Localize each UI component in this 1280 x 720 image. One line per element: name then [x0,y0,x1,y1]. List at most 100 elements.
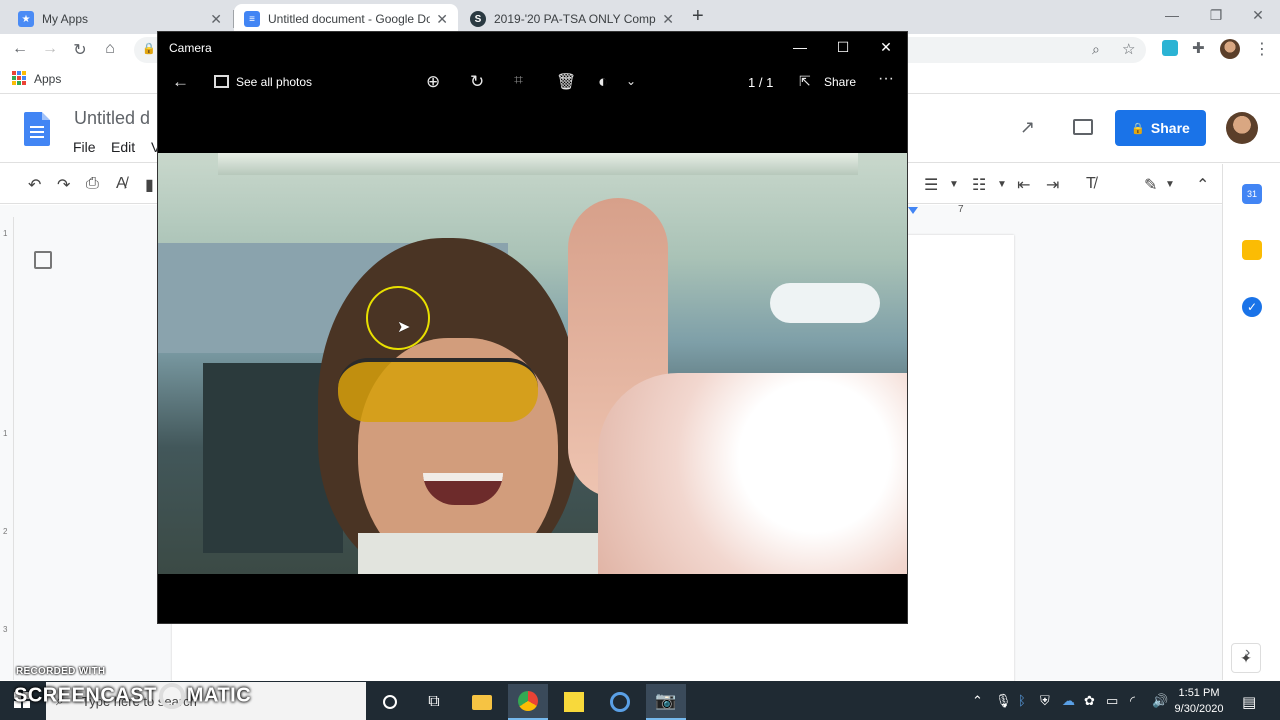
tab-close-icon[interactable]: ✕ [210,11,222,28]
forward-icon[interactable]: → [40,40,60,58]
captured-photo: ➤ [158,153,907,574]
camera-minimize-icon[interactable]: — [778,32,822,62]
redo-icon[interactable]: ↷ [57,175,70,195]
tab-my-apps[interactable]: ★ My Apps ✕ [8,4,232,34]
activity-trend-icon[interactable]: ↗ [1020,117,1035,138]
tab-title: My Apps [42,12,89,26]
print-icon[interactable]: ⎙ [86,175,99,193]
back-arrow-icon[interactable]: ← [172,72,189,92]
account-avatar[interactable] [1226,112,1258,144]
tab-pa-tsa[interactable]: S 2019-'20 PA-TSA ONLY Competi ✕ [460,4,684,34]
more-options-icon[interactable]: ··· [878,70,894,88]
share-button[interactable]: 🔒 Share [1115,110,1206,146]
extension-cloud-icon[interactable] [1162,40,1178,56]
tab-close-icon[interactable]: ✕ [436,11,448,28]
tray-app-icon[interactable]: ✿ [1084,693,1095,709]
indent-marker-icon[interactable] [908,207,918,214]
bulleted-list-icon[interactable]: ☷ [972,175,986,195]
browser-tabstrip: ★ My Apps ✕ ≡ Untitled document - Google… [0,0,1280,34]
profile-avatar[interactable] [1220,39,1240,59]
tsa-favicon-icon: S [470,11,486,27]
share-icon[interactable]: ⇱ [799,73,811,90]
defender-icon[interactable]: ⛨ [1040,693,1050,709]
camera-app-icon[interactable]: 📷 [646,684,686,720]
tab-google-doc[interactable]: ≡ Untitled document - Google Doc ✕ [234,4,458,34]
bluetooth-icon[interactable]: ᛒ [1018,693,1026,708]
maximize-icon[interactable]: ❐ [1194,0,1238,30]
close-icon[interactable]: ✕ [1236,0,1280,30]
camera-maximize-icon[interactable]: ☐ [821,32,865,62]
delete-icon[interactable]: 🗑 [556,72,576,92]
collapse-menu-icon[interactable]: ⌃ [1196,175,1209,195]
hand-glare [598,373,907,574]
keep-icon[interactable] [1242,240,1262,260]
file-explorer-icon[interactable] [462,684,502,720]
document-outline-icon[interactable] [34,251,52,269]
home-icon[interactable]: ⌂ [100,40,120,58]
calendar-icon[interactable]: 31 [1242,184,1262,204]
decrease-indent-icon[interactable]: ⇤ [1017,175,1030,195]
reload-icon[interactable]: ↻ [70,40,90,60]
sticky-notes-icon[interactable] [554,684,594,720]
shirt [358,533,618,574]
bookmark-star-icon[interactable]: ☆ [1122,40,1135,58]
chevron-down-icon[interactable]: ▼ [997,179,1007,190]
screencast-logo-icon [158,683,185,709]
tab-close-icon[interactable]: ✕ [662,11,674,28]
paint-format-icon[interactable]: ▮ [145,175,154,195]
camera-share-label[interactable]: Share [824,75,856,89]
camera-close-icon[interactable]: ✕ [864,32,908,62]
screencast-app-icon[interactable] [600,684,640,720]
apps-bookmark[interactable]: Apps [34,72,61,86]
my-apps-favicon-icon: ★ [18,11,34,27]
menu-edit[interactable]: Edit [111,139,135,155]
back-icon[interactable]: ← [10,40,30,58]
wifi-icon[interactable]: ◜ [1130,693,1135,709]
chevron-down-icon[interactable]: ▼ [1165,179,1175,190]
tasks-icon[interactable]: ✓ [1242,297,1262,317]
numbered-list-icon[interactable]: ☰ [924,175,938,195]
onedrive-icon[interactable]: ☁ [1062,693,1075,709]
chrome-menu-icon[interactable]: ⋮ [1254,39,1270,59]
crop-icon[interactable]: ⌗ [514,72,523,90]
edit-enhance-icon[interactable]: ◐ [598,72,608,92]
cortana-icon[interactable] [370,684,410,720]
document-title[interactable]: Untitled d [74,108,150,129]
camera-titlebar: Camera — ☐ ✕ [158,32,907,62]
docs-logo-icon[interactable] [24,112,50,146]
chrome-app-icon[interactable] [508,684,548,720]
chevron-right-icon[interactable]: › [1245,644,1250,662]
clear-formatting-icon[interactable]: T̸ [1086,175,1096,193]
new-tab-button[interactable]: + [692,5,704,28]
undo-icon[interactable]: ↶ [28,175,41,195]
see-all-photos-link[interactable]: See all photos [236,75,312,89]
menu-file[interactable]: File [73,139,96,155]
zoom-icon[interactable]: ⊕ [426,72,440,92]
comments-icon[interactable] [1073,119,1093,135]
chevron-down-icon[interactable]: ⌄ [626,74,636,88]
notifications-icon[interactable]: ▤ [1242,693,1256,711]
apps-grid-icon [12,71,26,85]
tab-title: 2019-'20 PA-TSA ONLY Competi [494,12,657,26]
battery-icon[interactable]: ▭ [1106,693,1118,709]
chevron-down-icon[interactable]: ▼ [949,179,959,190]
vruler-mark: 1 [3,429,8,438]
show-hidden-icons-icon[interactable]: ⌃ [972,693,983,709]
rotate-icon[interactable]: ↻ [470,72,484,92]
editing-mode-pencil-icon[interactable]: ✎ [1144,175,1157,195]
tab-title: Untitled document - Google Doc [268,12,431,26]
vruler-mark: 3 [3,625,8,634]
zoom-icon[interactable]: ⌕ [1092,41,1100,58]
task-view-icon[interactable]: ⧉ [414,684,454,720]
vruler-mark: 2 [3,527,8,536]
taskbar-clock[interactable]: 1:51 PM 9/30/2020 [1168,685,1230,717]
volume-icon[interactable]: 🔊 [1152,693,1168,709]
minimize-icon[interactable]: — [1150,0,1194,30]
increase-indent-icon[interactable]: ⇥ [1046,175,1059,195]
vruler-mark: 1 [3,229,8,238]
spellcheck-icon[interactable]: A̸ [116,175,127,193]
camera-window: Camera — ☐ ✕ ← See all photos ⊕ ↻ ⌗ 🗑 ◐ … [157,31,908,624]
microphone-icon[interactable]: 🎙 [995,693,1012,709]
clock-time: 1:51 PM [1178,687,1220,699]
extensions-puzzle-icon[interactable]: ✚ [1192,39,1205,57]
